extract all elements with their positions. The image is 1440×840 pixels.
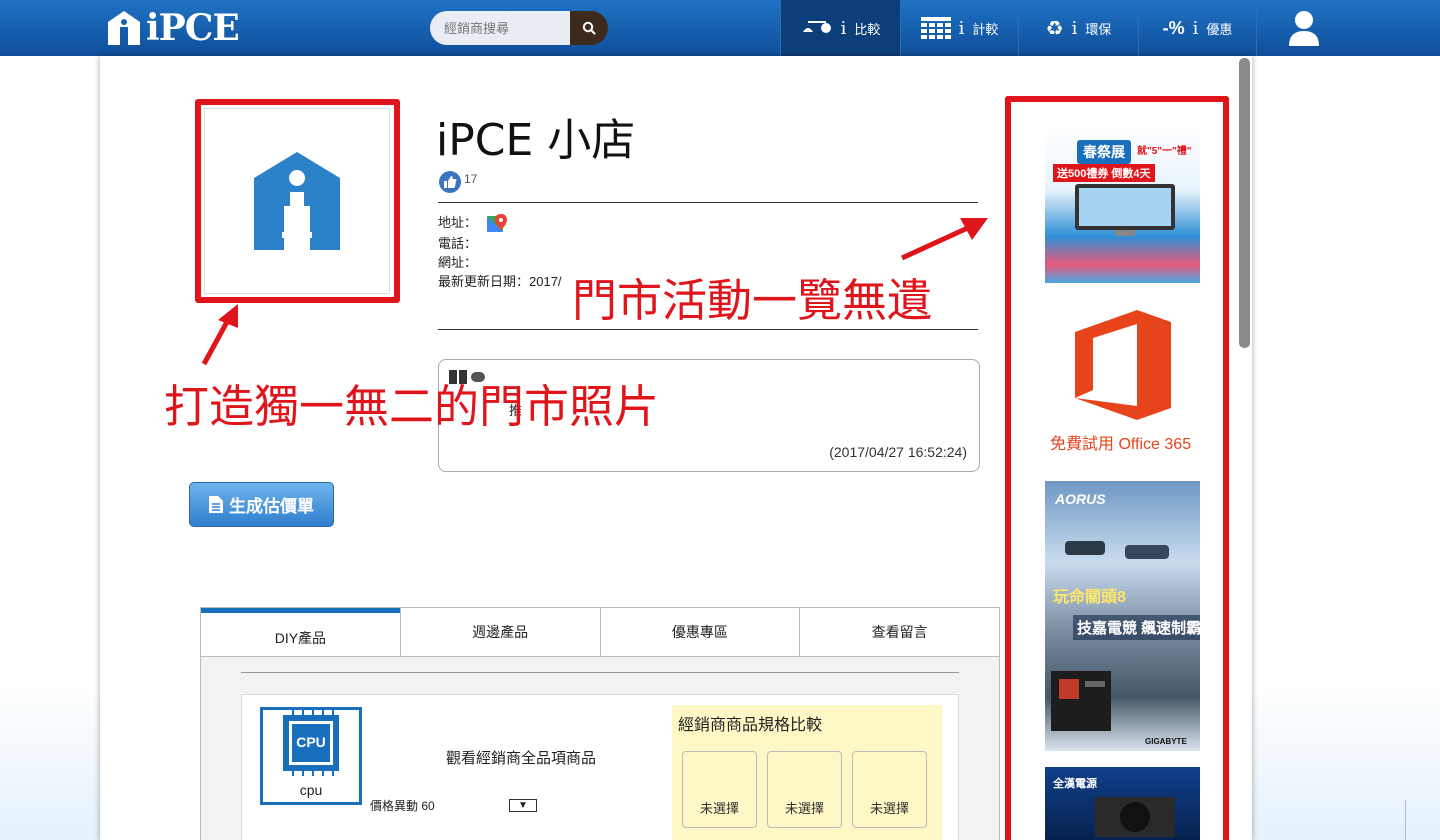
cpu-label: cpu	[299, 782, 323, 798]
scale-icon	[802, 21, 831, 33]
top-nav-bar: iPCE i 比較 i 計較 ♻ i 環保	[0, 0, 1440, 56]
address-row: 地址：	[438, 213, 562, 234]
nav-calculate[interactable]: i 計較	[900, 0, 1018, 56]
price-change-dropdown[interactable]: ▼	[509, 799, 537, 812]
nav-discount[interactable]: -% i 優惠	[1138, 0, 1256, 56]
tab-content: CPU cpu 觀看經銷商全品項商品 價格異動 60 ▼ 經銷商商品規格比較 未…	[200, 657, 1000, 840]
tab-diy-products[interactable]: DIY產品	[201, 608, 400, 656]
nav-calculate-i: i	[958, 17, 965, 39]
compare-slot[interactable]: 未選擇	[852, 751, 927, 828]
cpu-chip-text: CPU	[296, 734, 326, 750]
nav-eco-i: i	[1071, 17, 1078, 39]
scrollbar[interactable]	[1239, 58, 1250, 348]
nav-eco[interactable]: ♻ i 環保	[1018, 0, 1138, 56]
generate-estimate-button[interactable]: 生成估價單	[189, 482, 334, 527]
annotation-photo-text: 打造獨一無二的門市照片	[164, 380, 660, 433]
annotation-activities-text: 門市活動一覽無遺	[572, 274, 933, 327]
ipce-house-logo-icon	[108, 11, 140, 45]
like-counter[interactable]: 17	[438, 170, 477, 194]
compare-slot-label: 未選擇	[869, 801, 909, 816]
tab-deals[interactable]: 優惠專區	[599, 608, 800, 656]
spec-compare-title: 經銷商商品規格比較	[678, 717, 823, 734]
ipce-logo[interactable]: iPCE	[108, 7, 240, 49]
message-timestamp: (2017/04/27 16:52:24)	[829, 444, 967, 460]
dealer-search-input[interactable]	[430, 11, 570, 45]
compare-slot-label: 未選擇	[699, 801, 739, 816]
like-count: 17	[464, 172, 478, 186]
nav-discount-label: 優惠	[1206, 21, 1233, 37]
activities-highlight-box	[1005, 96, 1229, 840]
user-icon	[1288, 11, 1319, 46]
divider	[241, 672, 959, 673]
nav-calculate-label: 計較	[972, 21, 999, 37]
product-category-card: CPU cpu 觀看經銷商全品項商品 價格異動 60 ▼ 經銷商商品規格比較 未…	[241, 694, 959, 840]
nav-compare[interactable]: i 比較	[780, 0, 900, 56]
discount-icon: -%	[1162, 17, 1185, 38]
recycle-icon: ♻	[1045, 17, 1064, 40]
nav-compare-i: i	[840, 17, 847, 39]
divider	[438, 329, 978, 330]
search-button[interactable]	[570, 11, 608, 45]
view-all-products-link[interactable]: 觀看經銷商全品項商品	[446, 747, 596, 768]
compare-slot-label: 未選擇	[784, 801, 824, 816]
calculator-icon	[920, 17, 951, 39]
annotation-arrow-up	[201, 304, 238, 366]
nav-compare-label: 比較	[854, 21, 881, 37]
search-icon	[582, 21, 596, 35]
photo-highlight-box	[195, 99, 400, 303]
tab-comments[interactable]: 查看留言	[799, 608, 999, 656]
store-title: iPCE 小店	[436, 115, 636, 166]
phone-label: 電話：	[438, 235, 478, 251]
document-icon	[209, 496, 223, 513]
nav-discount-i: i	[1192, 17, 1199, 39]
logo-text: iPCE	[146, 7, 240, 49]
user-account-button[interactable]	[1256, 0, 1350, 56]
google-maps-icon[interactable]	[486, 213, 507, 234]
store-info: 地址： 電話： 網址： 最新更新日期：2017/	[438, 213, 562, 291]
price-change-label: 價格異動 60	[370, 799, 435, 813]
generate-estimate-label: 生成估價單	[229, 497, 314, 516]
annotation-arrow-right	[900, 218, 988, 261]
spec-compare-panel: 經銷商商品規格比較 未選擇 未選擇 未選擇	[672, 705, 942, 840]
updated-date: 最新更新日期：2017/	[438, 273, 562, 289]
nav-eco-label: 環保	[1085, 21, 1112, 37]
website-label: 網址：	[438, 254, 478, 270]
tab-peripherals[interactable]: 週邊產品	[399, 608, 600, 656]
thumbs-up-icon	[439, 171, 461, 193]
divider	[1405, 800, 1406, 840]
address-label: 地址：	[438, 215, 478, 230]
compare-slot[interactable]: 未選擇	[767, 751, 842, 828]
divider	[438, 202, 978, 203]
cpu-category-tile[interactable]: CPU cpu	[260, 707, 362, 805]
product-tabs: DIY產品 週邊產品 優惠專區 查看留言	[200, 607, 1000, 657]
dealer-search	[430, 11, 608, 45]
compare-slot[interactable]: 未選擇	[682, 751, 757, 828]
